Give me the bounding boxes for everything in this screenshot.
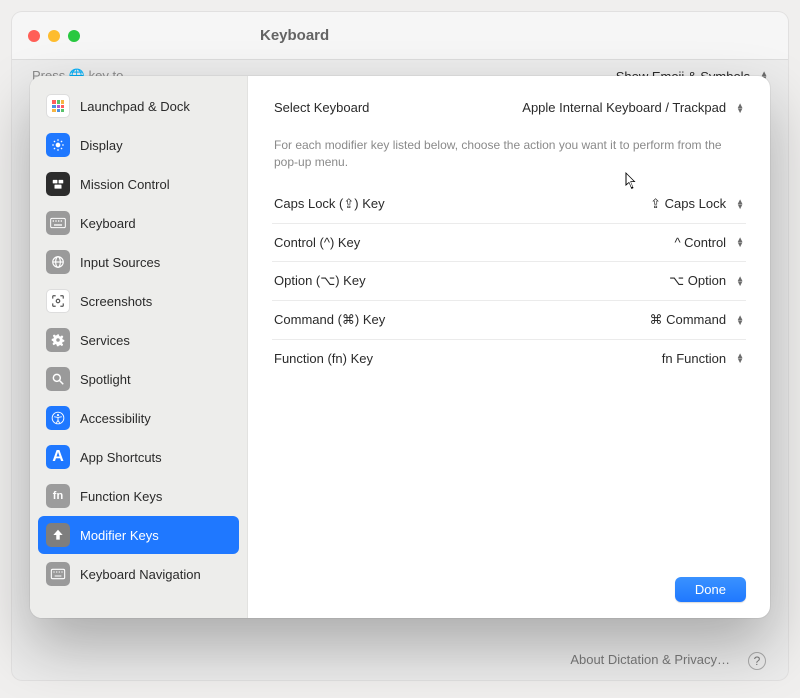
sidebar-item-label: Function Keys: [80, 489, 162, 504]
select-keyboard-label: Select Keyboard: [274, 100, 369, 115]
control-popup[interactable]: ^ Control ▲▼: [674, 235, 744, 250]
minimize-icon[interactable]: [48, 30, 60, 42]
sidebar-item-display[interactable]: Display: [38, 126, 239, 164]
spotlight-icon: [46, 367, 70, 391]
sidebar-item-label: Mission Control: [80, 177, 170, 192]
accessibility-icon: [46, 406, 70, 430]
description-text: For each modifier key listed below, choo…: [272, 133, 746, 185]
titlebar: Keyboard: [12, 12, 788, 60]
sidebar-item-label: Input Sources: [80, 255, 160, 270]
window-title: Keyboard: [260, 27, 329, 44]
done-button[interactable]: Done: [675, 577, 746, 602]
display-icon: [46, 133, 70, 157]
launchpad-icon: [46, 94, 70, 118]
sidebar-item-label: Spotlight: [80, 372, 131, 387]
sidebar-item-label: Keyboard: [80, 216, 136, 231]
mission-control-icon: [46, 172, 70, 196]
input-sources-icon: [46, 250, 70, 274]
maximize-icon[interactable]: [68, 30, 80, 42]
function-value: fn Function: [662, 351, 726, 366]
keyboard-icon: [46, 211, 70, 235]
services-icon: [46, 328, 70, 352]
sidebar-item-keyboard-navigation[interactable]: Keyboard Navigation: [38, 555, 239, 593]
control-label: Control (^) Key: [274, 235, 360, 250]
control-row: Control (^) Key ^ Control ▲▼: [272, 224, 746, 262]
function-popup[interactable]: fn Function ▲▼: [662, 351, 744, 366]
option-row: Option (⌥) Key ⌥ Option ▲▼: [272, 262, 746, 301]
command-label: Command (⌘) Key: [274, 312, 385, 328]
sheet-footer: Done: [272, 563, 746, 602]
sidebar-item-label: Services: [80, 333, 130, 348]
dictation-privacy-link[interactable]: About Dictation & Privacy…: [570, 652, 730, 670]
caps-lock-popup[interactable]: ⇪ Caps Lock ▲▼: [650, 196, 744, 212]
command-popup[interactable]: ⌘ Command ▲▼: [650, 312, 745, 328]
sidebar-item-keyboard[interactable]: Keyboard: [38, 204, 239, 242]
select-keyboard-value: Apple Internal Keyboard / Trackpad: [522, 100, 726, 115]
select-keyboard-row: Select Keyboard Apple Internal Keyboard …: [272, 96, 746, 133]
help-icon[interactable]: ?: [748, 652, 766, 670]
sidebar: Launchpad & Dock Display Mission Control…: [30, 76, 248, 618]
function-label: Function (fn) Key: [274, 351, 373, 366]
screenshots-icon: [46, 289, 70, 313]
command-row: Command (⌘) Key ⌘ Command ▲▼: [272, 301, 746, 340]
sidebar-item-label: Screenshots: [80, 294, 152, 309]
sidebar-item-label: Launchpad & Dock: [80, 99, 190, 114]
caps-lock-value: ⇪ Caps Lock: [650, 196, 726, 212]
sidebar-item-label: Display: [80, 138, 123, 153]
option-value: ⌥ Option: [669, 273, 726, 289]
app-shortcuts-icon: A: [46, 445, 70, 469]
command-value: ⌘ Command: [650, 312, 727, 328]
option-label: Option (⌥) Key: [274, 273, 366, 289]
main-panel: Select Keyboard Apple Internal Keyboard …: [248, 76, 770, 618]
chevron-updown-icon: ▲▼: [736, 199, 744, 209]
modifier-keys-icon: [46, 523, 70, 547]
sidebar-item-label: Modifier Keys: [80, 528, 159, 543]
function-keys-icon: fn: [46, 484, 70, 508]
chevron-updown-icon: ▲▼: [736, 315, 744, 325]
close-icon[interactable]: [28, 30, 40, 42]
sidebar-item-accessibility[interactable]: Accessibility: [38, 399, 239, 437]
sidebar-item-mission-control[interactable]: Mission Control: [38, 165, 239, 203]
window-footer: About Dictation & Privacy… ?: [12, 652, 788, 670]
chevron-updown-icon: ▲▼: [736, 103, 744, 113]
sidebar-item-app-shortcuts[interactable]: A App Shortcuts: [38, 438, 239, 476]
option-popup[interactable]: ⌥ Option ▲▼: [669, 273, 744, 289]
sidebar-item-screenshots[interactable]: Screenshots: [38, 282, 239, 320]
caps-lock-row: Caps Lock (⇪) Key ⇪ Caps Lock ▲▼: [272, 185, 746, 224]
sidebar-item-input-sources[interactable]: Input Sources: [38, 243, 239, 281]
window-controls: [28, 30, 80, 42]
sidebar-item-function-keys[interactable]: fn Function Keys: [38, 477, 239, 515]
sidebar-item-launchpad-dock[interactable]: Launchpad & Dock: [38, 87, 239, 125]
keyboard-navigation-icon: [46, 562, 70, 586]
select-keyboard-popup[interactable]: Apple Internal Keyboard / Trackpad ▲▼: [522, 100, 744, 115]
sidebar-item-modifier-keys[interactable]: Modifier Keys: [38, 516, 239, 554]
sidebar-item-services[interactable]: Services: [38, 321, 239, 359]
sidebar-item-spotlight[interactable]: Spotlight: [38, 360, 239, 398]
chevron-updown-icon: ▲▼: [736, 353, 744, 363]
chevron-updown-icon: ▲▼: [736, 237, 744, 247]
sidebar-item-label: App Shortcuts: [80, 450, 162, 465]
chevron-updown-icon: ▲▼: [736, 276, 744, 286]
control-value: ^ Control: [674, 235, 726, 250]
function-row: Function (fn) Key fn Function ▲▼: [272, 340, 746, 377]
modifier-keys-sheet: Launchpad & Dock Display Mission Control…: [30, 76, 770, 618]
caps-lock-label: Caps Lock (⇪) Key: [274, 196, 385, 212]
sidebar-item-label: Accessibility: [80, 411, 151, 426]
sidebar-item-label: Keyboard Navigation: [80, 567, 201, 582]
